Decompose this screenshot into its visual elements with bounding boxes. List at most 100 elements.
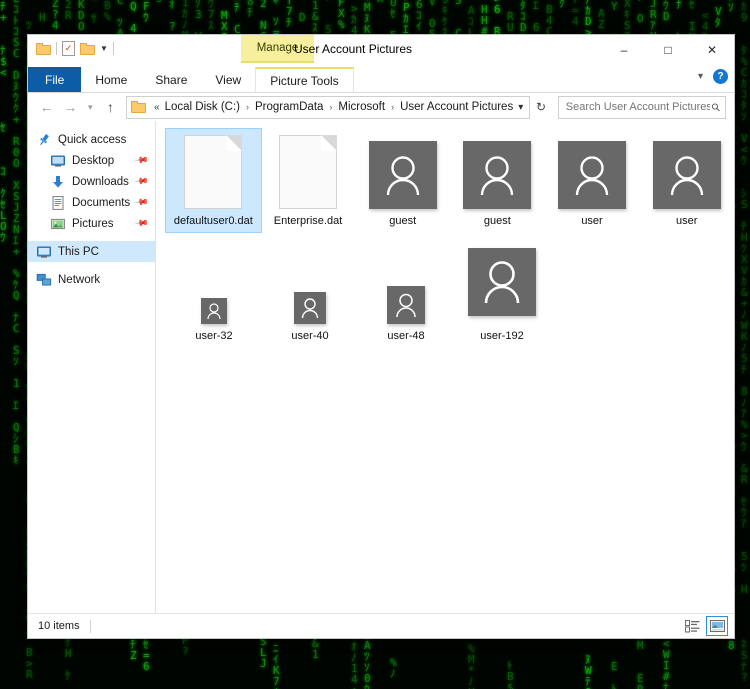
breadcrumb: « Local Disk (C:) › ProgramData › Micros…: [150, 101, 514, 113]
breadcrumb-separator-2[interactable]: ›: [386, 102, 399, 112]
user-avatar-icon: [558, 141, 627, 209]
downloads-icon: [50, 174, 66, 190]
tab-share[interactable]: Share: [141, 67, 201, 92]
breadcrumb-item-0[interactable]: Local Disk (C:): [164, 101, 241, 113]
view-mode-buttons: [682, 616, 728, 636]
file-list-view[interactable]: defaultuser0.dat Enterprise.dat guest gu…: [156, 121, 734, 613]
customize-dropdown-icon[interactable]: ▼: [100, 44, 108, 53]
file-item-guest-1[interactable]: guest: [355, 129, 450, 232]
breadcrumb-item-2[interactable]: Microsoft: [337, 101, 386, 113]
pin-icon: [36, 132, 52, 148]
tab-picture-tools[interactable]: Picture Tools: [255, 67, 354, 92]
user-avatar-icon: [294, 292, 326, 324]
breadcrumb-overflow[interactable]: «: [150, 102, 164, 113]
sidebar-item-label: Downloads: [72, 175, 129, 188]
sidebar-item-label: Documents: [72, 196, 131, 209]
up-button[interactable]: ↑: [100, 96, 121, 118]
file-row-2: user-32 user-40 user-48 user-192: [166, 244, 734, 347]
file-thumbnail: [294, 248, 326, 324]
file-label: user-40: [291, 330, 329, 342]
user-avatar-icon: [387, 286, 425, 324]
sidebar-item-network[interactable]: Network: [28, 269, 155, 290]
desktop-icon: [50, 153, 66, 169]
window-title: User Account Pictures: [294, 42, 413, 56]
back-button[interactable]: ←: [36, 96, 57, 118]
file-item-guest-2[interactable]: guest: [450, 129, 545, 232]
sidebar-item-downloads[interactable]: Downloads 📌: [28, 171, 155, 192]
help-button[interactable]: ?: [713, 69, 728, 84]
tab-home[interactable]: Home: [81, 67, 141, 92]
network-icon: [36, 272, 52, 288]
status-divider: [89, 619, 91, 633]
toolbar-divider-2: [112, 42, 114, 55]
matrix-rain-column: B G X S ﾈ Z ｶ 9 ﾀ % C ｶ ｺ ﾀ ｿ V < ｳ ｼ S …: [741, 0, 749, 684]
ribbon-right-controls: ▾ ?: [698, 69, 728, 84]
user-avatar-icon: [468, 248, 536, 316]
details-view-icon[interactable]: [682, 617, 702, 635]
ribbon-tabs: File Home Share View Picture Tools: [28, 67, 734, 92]
file-row-1: defaultuser0.dat Enterprise.dat guest gu…: [165, 128, 734, 233]
file-explorer-window: ✓ ▼ Manage User Account Pictures – □ ✕ F…: [28, 35, 734, 638]
sidebar-item-desktop[interactable]: Desktop 📌: [28, 150, 155, 171]
minimize-button[interactable]: –: [602, 35, 646, 65]
pin-indicator-icon[interactable]: 📌: [134, 216, 149, 232]
file-item-user-192[interactable]: user-192: [454, 244, 550, 347]
properties-icon[interactable]: ✓: [62, 41, 75, 56]
file-item-defaultuser0[interactable]: defaultuser0.dat: [165, 128, 262, 233]
breadcrumb-separator-1[interactable]: ›: [324, 102, 337, 112]
user-avatar-icon: [201, 298, 227, 324]
file-label: user-192: [480, 330, 524, 342]
pin-indicator-icon[interactable]: 📌: [134, 174, 149, 190]
breadcrumb-item-1[interactable]: ProgramData: [254, 101, 324, 113]
file-thumbnail: [463, 133, 532, 209]
forward-button[interactable]: →: [59, 96, 80, 118]
search-input[interactable]: [563, 100, 712, 114]
navigation-pane: Quick access Desktop 📌 Downloads 📌 Docum…: [28, 121, 156, 613]
breadcrumb-separator-0[interactable]: ›: [241, 102, 254, 112]
file-label: user-48: [387, 330, 425, 342]
pin-indicator-icon[interactable]: 📌: [134, 153, 149, 169]
sidebar-item-documents[interactable]: Documents 📌: [28, 192, 155, 213]
file-label: guest: [483, 215, 511, 227]
title-bar: ✓ ▼ Manage User Account Pictures – □ ✕: [28, 35, 734, 67]
address-folder-icon: [131, 101, 147, 113]
file-item-user-48[interactable]: user-48: [358, 244, 454, 347]
file-thumbnail: [201, 248, 227, 324]
file-item-user-40[interactable]: user-40: [262, 244, 358, 347]
file-item-enterprise[interactable]: Enterprise.dat: [261, 129, 356, 232]
maximize-button[interactable]: □: [646, 35, 690, 65]
chevron-down-icon[interactable]: ▾: [698, 71, 703, 82]
file-thumbnail: [184, 133, 243, 209]
large-icons-view-icon[interactable]: [706, 616, 728, 636]
tab-file[interactable]: File: [28, 67, 82, 92]
refresh-button[interactable]: ↻: [532, 100, 550, 114]
sidebar-item-pictures[interactable]: Pictures 📌: [28, 213, 155, 234]
sidebar-item-label: Quick access: [58, 133, 127, 146]
address-bar[interactable]: « Local Disk (C:) › ProgramData › Micros…: [126, 95, 531, 119]
toolbar-divider: [56, 42, 57, 55]
sidebar-item-this-pc[interactable]: This PC: [28, 241, 155, 262]
explorer-body: Quick access Desktop 📌 Downloads 📌 Docum…: [28, 121, 734, 613]
this-pc-icon: [36, 244, 52, 260]
file-item-user-1[interactable]: user: [545, 129, 640, 232]
quick-access-toolbar[interactable]: ✓ ▼: [36, 41, 114, 56]
address-dropdown-icon[interactable]: ▾: [514, 102, 527, 113]
breadcrumb-item-3[interactable]: User Account Pictures: [399, 101, 514, 113]
search-box[interactable]: ⚲: [557, 95, 726, 119]
pin-indicator-icon[interactable]: 📌: [134, 195, 149, 211]
tab-view[interactable]: View: [201, 67, 255, 92]
close-button[interactable]: ✕: [690, 35, 734, 65]
file-label: guest: [389, 215, 417, 227]
new-folder-icon[interactable]: [80, 42, 95, 55]
documents-icon: [50, 195, 66, 211]
sidebar-item-label: Network: [58, 273, 101, 286]
sidebar-item-label: Pictures: [72, 217, 114, 230]
matrix-rain-column: ｽ % T R Q > L ｺ ﾄ ｺ S C D ﾇ ｳ ｸ + R 0 O …: [13, 0, 21, 467]
file-item-user-32[interactable]: user-32: [166, 244, 262, 347]
sidebar-item-quick-access[interactable]: Quick access: [28, 129, 155, 150]
recent-locations-button[interactable]: ▾: [83, 96, 98, 118]
item-count-label: 10 items: [38, 620, 80, 632]
file-item-user-2[interactable]: user: [639, 129, 734, 232]
dat-file-icon: [279, 135, 337, 209]
